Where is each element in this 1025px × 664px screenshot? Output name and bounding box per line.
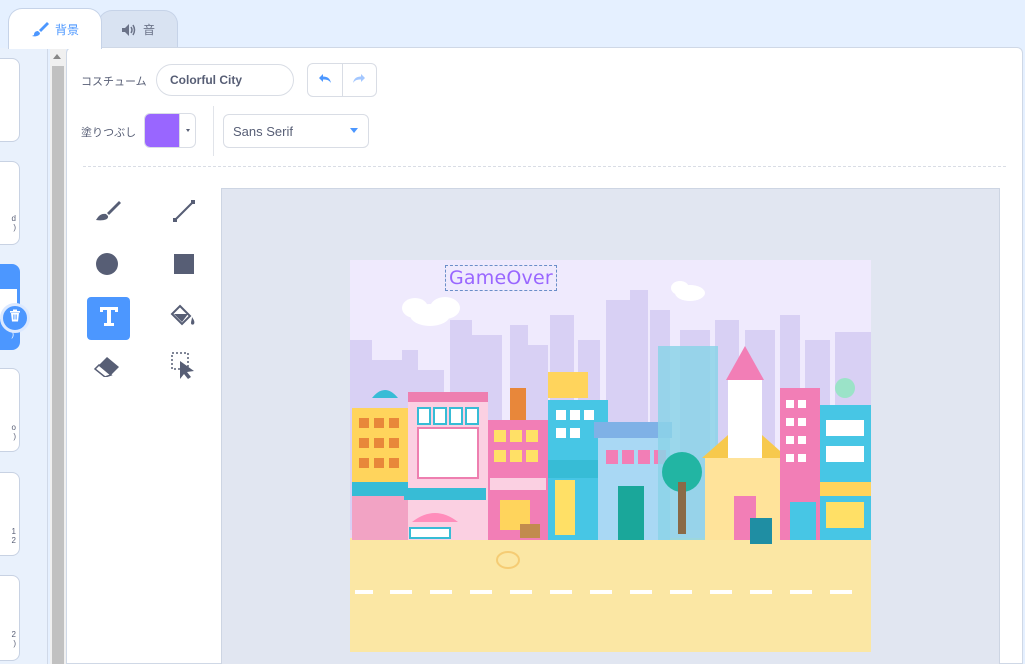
line-tool[interactable]	[164, 193, 204, 233]
tab-backdrops-label: 背景	[54, 22, 79, 37]
paintbrush-icon	[31, 20, 49, 38]
costume-name-label: コスチューム	[81, 76, 147, 88]
trash-icon	[9, 309, 21, 327]
backdrop-thumbnail[interactable]	[0, 58, 20, 142]
select-tool[interactable]	[164, 348, 204, 388]
undo-button[interactable]	[308, 64, 342, 96]
fill-color-swatch	[145, 114, 179, 147]
fill-tool[interactable]	[164, 298, 204, 338]
scrollbar-thumb[interactable]	[52, 66, 64, 664]
undo-icon	[318, 71, 332, 89]
redo-button[interactable]	[341, 64, 377, 96]
costume-name-input[interactable]: Colorful City	[156, 64, 294, 96]
toolbar-separator	[83, 166, 1006, 167]
fill-dropdown[interactable]	[179, 114, 195, 147]
redo-icon	[352, 71, 366, 89]
tab-backdrops[interactable]: 背景	[8, 8, 102, 49]
backdrop-thumbnail[interactable]: o)	[0, 368, 20, 452]
rectangle-tool[interactable]	[164, 246, 204, 286]
backdrop-thumbnail[interactable]: d)	[0, 161, 20, 245]
backdrop-list: d) ity) o) 12 2)	[0, 48, 48, 664]
select-icon	[171, 351, 197, 385]
scroll-up-arrow-icon[interactable]	[53, 54, 61, 59]
speaker-icon	[121, 23, 137, 37]
paint-editor: コスチューム Colorful City 塗りつぶし Sans Serif Ga…	[66, 47, 1023, 664]
toolbar-divider	[213, 106, 214, 156]
backdrop-list-scrollbar[interactable]	[50, 48, 66, 664]
delete-backdrop-button[interactable]	[0, 303, 30, 333]
paint-bucket-icon	[170, 304, 198, 333]
backdrop-canvas[interactable]: GameOver	[350, 260, 871, 652]
fill-color-picker[interactable]	[144, 113, 196, 148]
circle-tool[interactable]	[87, 246, 127, 286]
paint-canvas-area[interactable]: GameOver	[221, 188, 1000, 664]
brush-icon	[93, 199, 121, 228]
undo-redo-group	[307, 63, 377, 97]
text-tool[interactable]	[87, 297, 130, 340]
text-icon	[98, 305, 120, 332]
backdrop-thumbnail[interactable]: 2)	[0, 575, 20, 661]
chevron-down-icon	[350, 128, 358, 133]
rectangle-icon	[172, 252, 196, 281]
font-dropdown[interactable]: Sans Serif	[223, 114, 369, 148]
line-icon	[172, 199, 196, 228]
tab-bar: 背景 音	[0, 0, 1025, 49]
text-object[interactable]: GameOver	[445, 265, 557, 291]
dropdown-arrow-icon	[185, 129, 190, 132]
eraser-tool[interactable]	[87, 348, 127, 388]
colorful-city-illustration	[350, 260, 871, 652]
font-dropdown-value: Sans Serif	[233, 123, 293, 139]
tab-sounds[interactable]: 音	[98, 10, 178, 48]
brush-tool[interactable]	[87, 193, 127, 233]
circle-icon	[95, 252, 119, 281]
tab-sounds-label: 音	[142, 23, 155, 37]
fill-label: 塗りつぶし	[81, 127, 137, 139]
backdrop-thumbnail[interactable]: 12	[0, 472, 20, 556]
eraser-icon	[93, 355, 121, 382]
